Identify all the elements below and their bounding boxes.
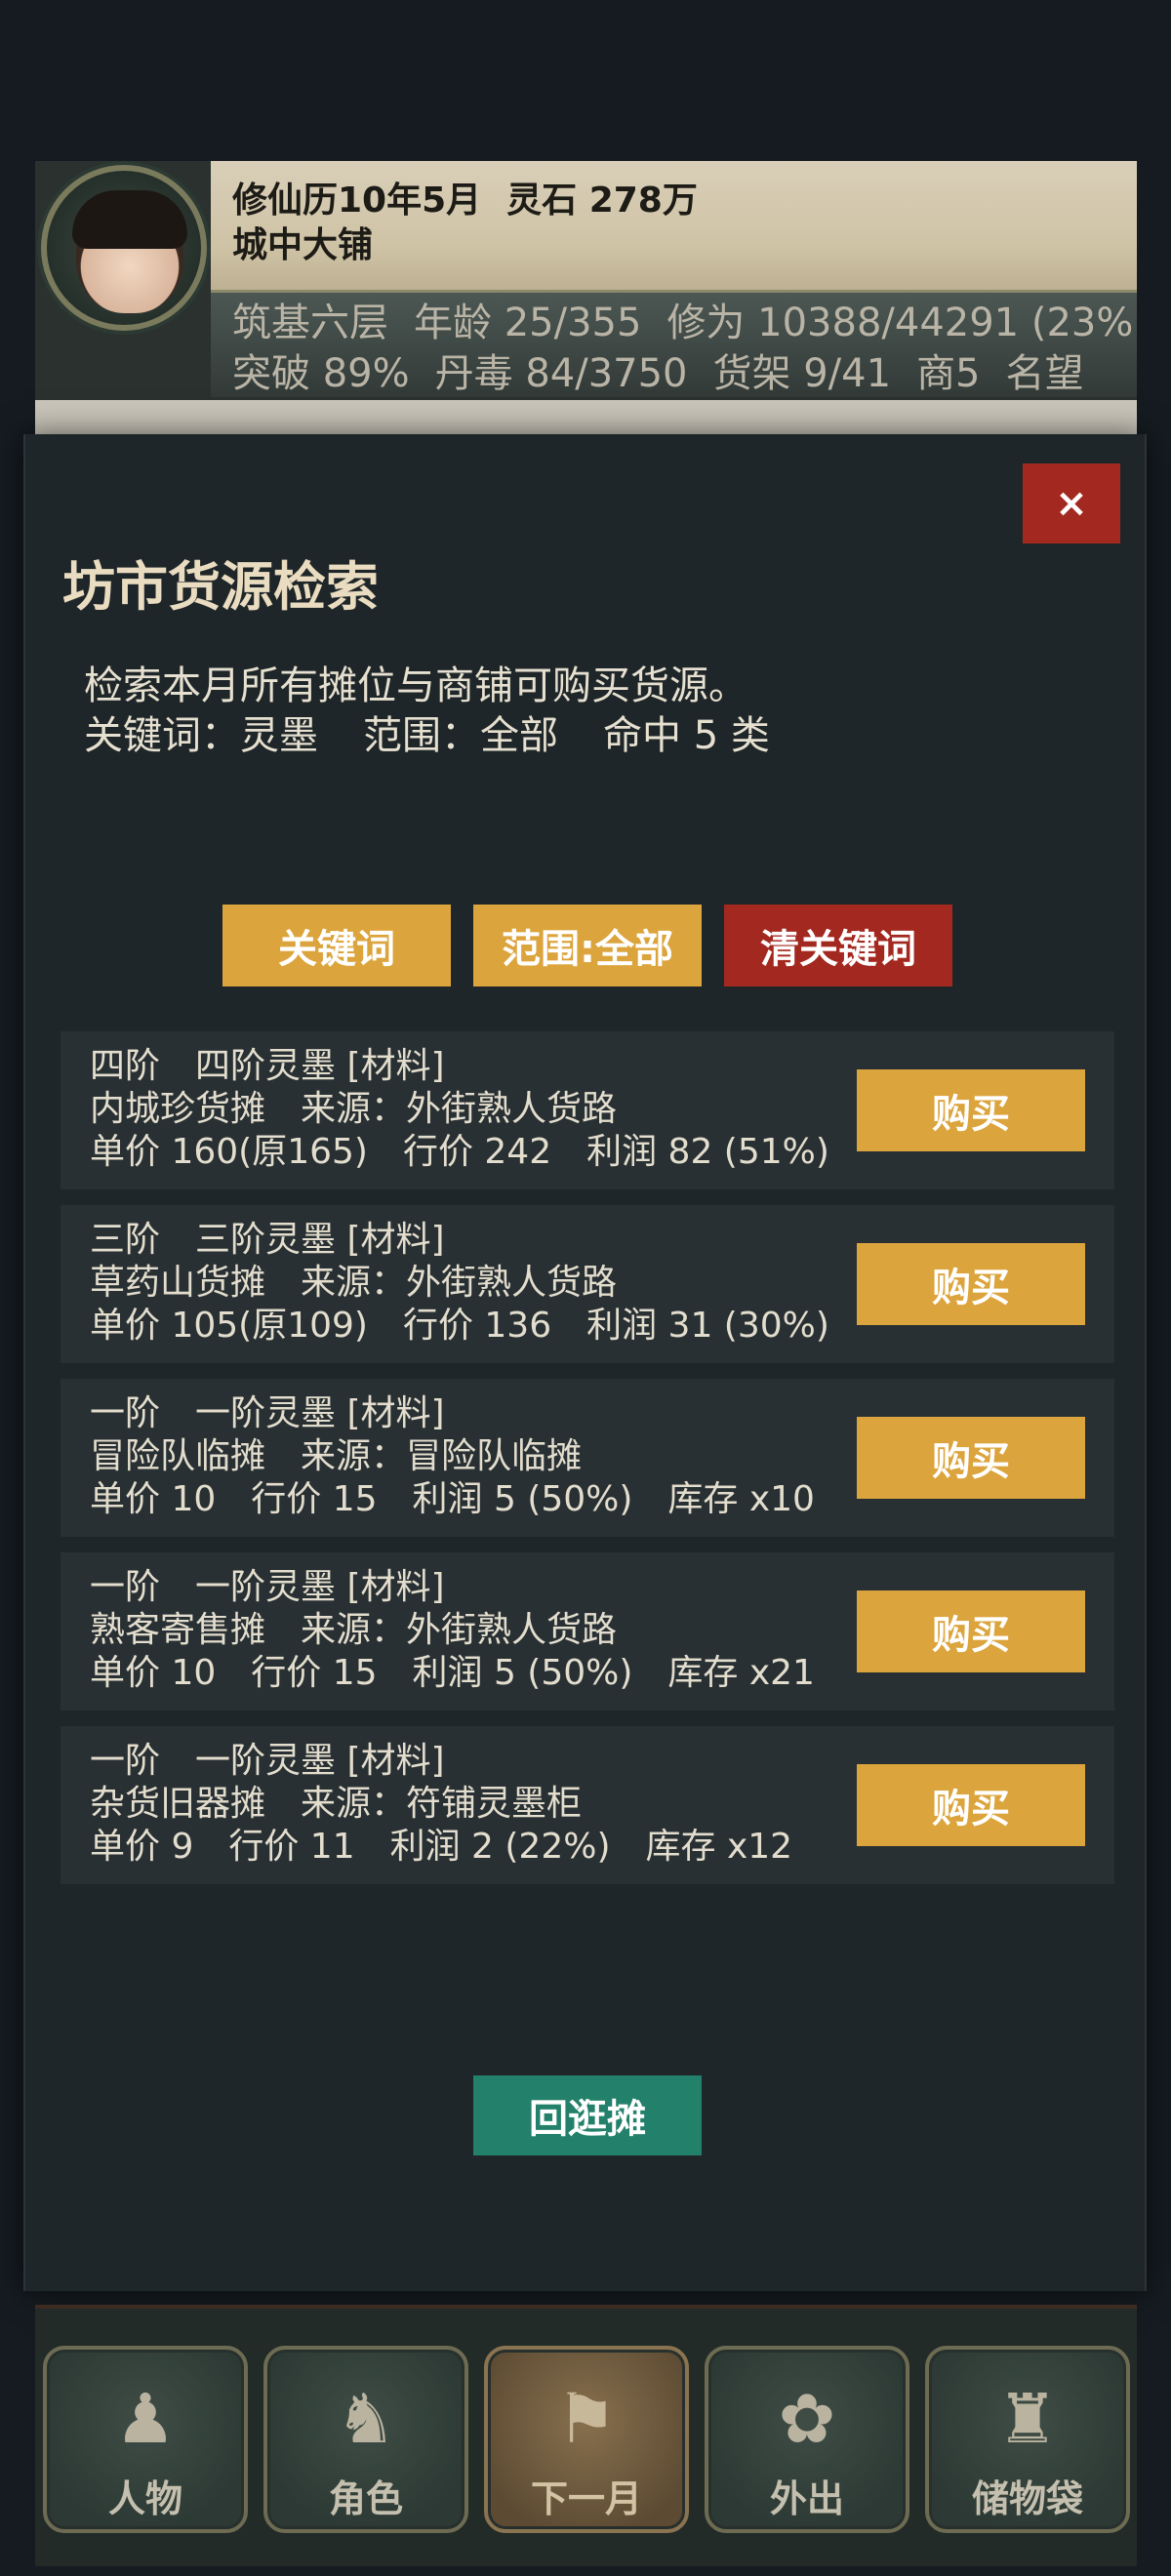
scope-button[interactable]: 范围:全部 xyxy=(473,905,702,986)
bag-icon: ♜ xyxy=(996,2379,1059,2459)
item-source: 冒险队临摊 来源：冒险队临摊 xyxy=(90,1436,583,1476)
list-item: 三阶 三阶灵墨 [材料] 草药山货摊 来源：外街熟人货路 单价 105(原109… xyxy=(61,1205,1114,1363)
header-background-band xyxy=(35,400,1137,434)
buy-button[interactable]: 购买 xyxy=(857,1590,1085,1672)
nav-item-person[interactable]: ♟ 人物 xyxy=(43,2346,248,2533)
item-title: 一阶 一阶灵墨 [材料] xyxy=(90,1567,445,1607)
item-info: 一阶 一阶灵墨 [材料] 冒险队临摊 来源：冒险队临摊 单价 10 行价 15 … xyxy=(90,1392,815,1521)
buy-button[interactable]: 购买 xyxy=(857,1764,1085,1846)
item-title: 四阶 四阶灵墨 [材料] xyxy=(90,1046,445,1086)
character-icon: ♞ xyxy=(335,2379,397,2459)
fame-label: 名望 xyxy=(1005,351,1084,396)
buy-button[interactable]: 购买 xyxy=(857,1243,1085,1325)
buy-button[interactable]: 购买 xyxy=(857,1069,1085,1151)
item-title: 一阶 一阶灵墨 [材料] xyxy=(90,1393,445,1433)
close-button[interactable]: × xyxy=(1023,463,1120,543)
nav-item-storage-bag[interactable]: ♜ 储物袋 xyxy=(925,2346,1130,2533)
bottom-nav: ♟ 人物 ♞ 角色 ⚑ 下一月 ✿ 外出 ♜ 储物袋 xyxy=(35,2305,1137,2566)
cultivation-label: 修为 10388/44291 (23% xyxy=(666,301,1134,345)
nav-label: 角色 xyxy=(328,2477,403,2520)
nav-item-travel[interactable]: ✿ 外出 xyxy=(705,2346,909,2533)
header-date-line: 修仙历10年5月 灵石 278万 xyxy=(232,172,698,222)
clear-keyword-button[interactable]: 清关键词 xyxy=(724,905,952,986)
item-source: 草药山货摊 来源：外街熟人货路 xyxy=(90,1263,618,1303)
item-info: 四阶 四阶灵墨 [材料] 内城珍货摊 来源：外街熟人货路 单价 160(原165… xyxy=(90,1045,829,1174)
age-label: 年龄 25/355 xyxy=(414,301,642,345)
results-list: 四阶 四阶灵墨 [材料] 内城珍货摊 来源：外街熟人货路 单价 160(原165… xyxy=(61,1031,1114,1900)
item-price: 单价 9 行价 11 利润 2 (22%) 库存 x12 xyxy=(90,1827,793,1867)
item-source: 熟客寄售摊 来源：外街熟人货路 xyxy=(90,1610,618,1650)
spirit-stones: 灵石 278万 xyxy=(506,181,698,221)
nav-label: 外出 xyxy=(769,2477,844,2520)
nav-item-character[interactable]: ♞ 角色 xyxy=(263,2346,468,2533)
game-date: 修仙历10年5月 xyxy=(232,181,482,221)
shelves-label: 货架 9/41 xyxy=(712,351,892,396)
item-price: 单价 160(原165) 行价 242 利润 82 (51%) xyxy=(90,1132,829,1172)
shop-level-label: 商5 xyxy=(916,351,981,396)
list-item: 一阶 一阶灵墨 [材料] 杂货旧器摊 来源：符铺灵墨柜 单价 9 行价 11 利… xyxy=(61,1726,1114,1884)
breakthrough-label: 突破 89% xyxy=(232,351,410,396)
query-keyword: 关键词：灵墨 xyxy=(84,713,318,758)
buy-button[interactable]: 购买 xyxy=(857,1417,1085,1499)
query-hits: 命中 5 类 xyxy=(603,713,770,758)
item-info: 三阶 三阶灵墨 [材料] 草药山货摊 来源：外街熟人货路 单价 105(原109… xyxy=(90,1219,829,1348)
search-summary: 关键词：灵墨 范围：全部 命中 5 类 xyxy=(84,704,770,760)
list-item: 一阶 一阶灵墨 [材料] 熟客寄售摊 来源：外街熟人货路 单价 10 行价 15… xyxy=(61,1552,1114,1711)
avatar-hair xyxy=(72,190,187,249)
item-source: 杂货旧器摊 来源：符铺灵墨柜 xyxy=(90,1784,583,1824)
pill-toxicity-label: 丹毒 84/3750 xyxy=(434,351,688,396)
item-price: 单价 10 行价 15 利润 5 (50%) 库存 x21 xyxy=(90,1653,815,1693)
item-price: 单价 10 行价 15 利润 5 (50%) 库存 x10 xyxy=(90,1479,815,1519)
list-item: 四阶 四阶灵墨 [材料] 内城珍货摊 来源：外街熟人货路 单价 160(原165… xyxy=(61,1031,1114,1189)
nav-label: 下一月 xyxy=(530,2477,642,2520)
header-stats-line1: 筑基六层 年龄 25/355 修为 10388/44291 (23% xyxy=(232,291,1133,347)
item-price: 单价 105(原109) 行价 136 利润 31 (30%) xyxy=(90,1306,829,1346)
person-icon: ♟ xyxy=(114,2379,177,2459)
location-label: 城中大铺 xyxy=(232,225,374,265)
item-source: 内城珍货摊 来源：外街熟人货路 xyxy=(90,1089,618,1129)
list-item: 一阶 一阶灵墨 [材料] 冒险队临摊 来源：冒险队临摊 单价 10 行价 15 … xyxy=(61,1379,1114,1537)
nav-label: 人物 xyxy=(107,2477,182,2520)
keyword-button[interactable]: 关键词 xyxy=(222,905,451,986)
flag-icon: ⚑ xyxy=(555,2379,618,2459)
modal-description: 检索本月所有摊位与商铺可购买货源。 xyxy=(84,664,747,708)
item-title: 一阶 一阶灵墨 [材料] xyxy=(90,1741,445,1781)
query-scope: 范围：全部 xyxy=(363,713,558,758)
header-stats-line2: 突破 89% 丹毒 84/3750 货架 9/41 商5 名望 xyxy=(232,342,1084,398)
modal-title: 坊市货源检索 xyxy=(62,556,379,618)
item-title: 三阶 三阶灵墨 [材料] xyxy=(90,1220,445,1260)
nav-label: 储物袋 xyxy=(971,2477,1083,2520)
item-info: 一阶 一阶灵墨 [材料] 杂货旧器摊 来源：符铺灵墨柜 单价 9 行价 11 利… xyxy=(90,1740,792,1869)
source-search-modal: × 坊市货源检索 检索本月所有摊位与商铺可购买货源。 关键词：灵墨 范围：全部 命中… xyxy=(23,434,1147,2291)
avatar[interactable] xyxy=(41,165,207,331)
nav-item-next-month[interactable]: ⚑ 下一月 xyxy=(484,2346,689,2533)
item-info: 一阶 一阶灵墨 [材料] 熟客寄售摊 来源：外街熟人货路 单价 10 行价 15… xyxy=(90,1566,815,1695)
realm-label: 筑基六层 xyxy=(232,301,388,345)
back-to-stalls-button[interactable]: 回逛摊 xyxy=(473,2075,702,2155)
travel-icon: ✿ xyxy=(778,2379,836,2459)
